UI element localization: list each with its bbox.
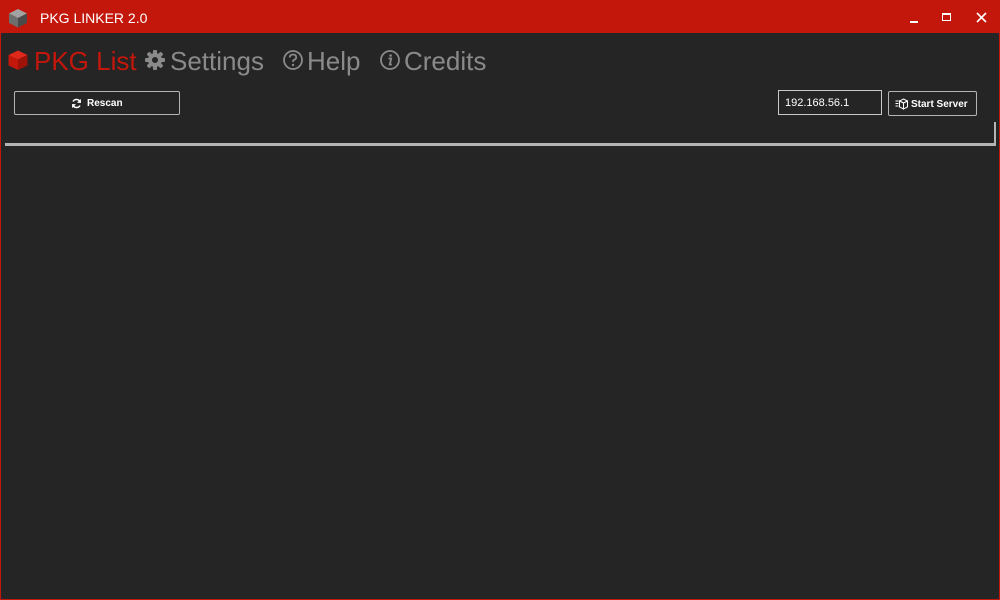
- question-circle-icon: [283, 50, 303, 70]
- server-ip-input[interactable]: [778, 90, 882, 115]
- tab-label: Credits: [404, 46, 487, 76]
- rescan-label: Rescan: [87, 98, 123, 109]
- tab-label: Help: [307, 46, 361, 76]
- package-cube-icon: [9, 9, 27, 28]
- minimize-button[interactable]: [899, 1, 931, 33]
- info-circle-icon: [380, 50, 400, 70]
- title-bar[interactable]: PKG LINKER 2.0: [1, 1, 999, 33]
- gear-icon: [145, 50, 165, 70]
- maximize-icon: [942, 13, 951, 21]
- window-title: PKG LINKER 2.0: [40, 10, 148, 26]
- maximize-button[interactable]: [931, 1, 963, 33]
- close-button[interactable]: [965, 1, 997, 33]
- server-start-icon: [895, 98, 908, 110]
- start-server-label: Start Server: [911, 99, 968, 110]
- tab-credits[interactable]: Credits: [379, 45, 489, 77]
- tab-help[interactable]: Help: [282, 45, 366, 77]
- minimize-icon: [910, 21, 918, 23]
- rescan-button[interactable]: Rescan: [14, 91, 180, 115]
- refresh-icon: [72, 98, 81, 109]
- start-server-button[interactable]: Start Server: [888, 91, 977, 116]
- tab-settings[interactable]: Settings: [144, 45, 268, 77]
- tab-pkg-list[interactable]: PKG List: [7, 45, 137, 77]
- pkg-list-view[interactable]: [5, 122, 996, 146]
- close-icon: [976, 12, 987, 23]
- package-cube-icon: [8, 50, 28, 70]
- tab-label: Settings: [170, 46, 264, 76]
- tab-label: PKG List: [34, 46, 137, 76]
- app-window: PKG LINKER 2.0 PKG List Settings Help Cr…: [0, 0, 1000, 600]
